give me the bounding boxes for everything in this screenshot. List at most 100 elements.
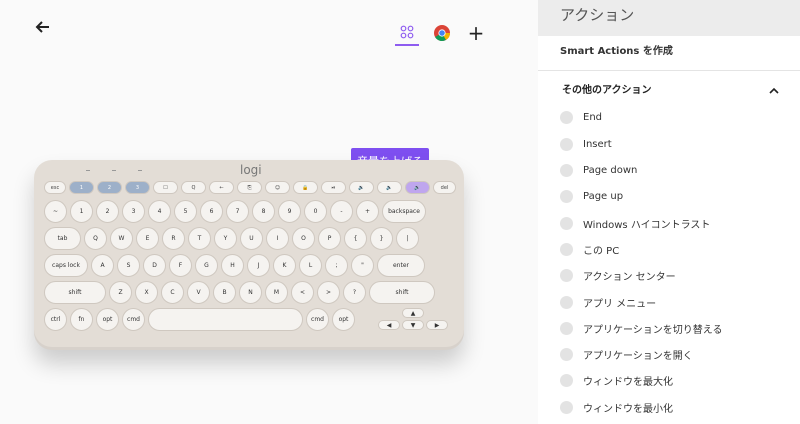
- key-opt-right[interactable]: opt: [332, 308, 355, 331]
- action-item[interactable]: ウィンドウを最小化: [560, 400, 673, 415]
- key[interactable]: 7: [226, 200, 249, 223]
- key[interactable]: Y: [214, 227, 237, 250]
- key[interactable]: |: [396, 227, 419, 250]
- apps-grid-icon[interactable]: [395, 20, 419, 46]
- key[interactable]: T: [188, 227, 211, 250]
- key[interactable]: 5: [174, 200, 197, 223]
- key-opt-left[interactable]: opt: [96, 308, 119, 331]
- key[interactable]: 2: [96, 200, 119, 223]
- key-space[interactable]: [148, 308, 303, 331]
- key[interactable]: 8: [252, 200, 275, 223]
- key-arrow-up[interactable]: ▲: [402, 308, 424, 318]
- key-enter[interactable]: enter: [377, 254, 425, 277]
- key-cmd-right[interactable]: cmd: [306, 308, 329, 331]
- radio-button[interactable]: [560, 322, 573, 335]
- key[interactable]: 4: [148, 200, 171, 223]
- key-f10[interactable]: ⏯: [321, 181, 346, 194]
- key[interactable]: B: [213, 281, 236, 304]
- action-item[interactable]: この PC: [560, 242, 619, 257]
- radio-button[interactable]: [560, 401, 573, 414]
- action-item[interactable]: Page down: [560, 164, 637, 177]
- key-f8[interactable]: ☺: [265, 181, 290, 194]
- action-item[interactable]: Page up: [560, 190, 623, 203]
- key-shift-left[interactable]: shift: [44, 281, 106, 304]
- key-arrow-left[interactable]: ◀: [378, 320, 400, 330]
- key[interactable]: -: [330, 200, 353, 223]
- action-item[interactable]: アプリ メニュー: [560, 295, 656, 310]
- key-f6[interactable]: ←: [209, 181, 234, 194]
- radio-button[interactable]: [560, 138, 573, 151]
- key[interactable]: G: [195, 254, 218, 277]
- action-item[interactable]: Windows ハイコントラスト: [560, 216, 710, 231]
- key-f7[interactable]: ⎘: [237, 181, 262, 194]
- action-item[interactable]: End: [560, 111, 602, 124]
- action-item[interactable]: Insert: [560, 138, 612, 151]
- key[interactable]: X: [135, 281, 158, 304]
- key[interactable]: S: [117, 254, 140, 277]
- key-f12[interactable]: 🔈: [377, 181, 402, 194]
- key[interactable]: A: [91, 254, 114, 277]
- key[interactable]: K: [273, 254, 296, 277]
- key-f4[interactable]: ☐: [153, 181, 178, 194]
- radio-button[interactable]: [560, 111, 573, 124]
- key[interactable]: U: [240, 227, 263, 250]
- key-f5[interactable]: Q: [181, 181, 206, 194]
- key-caps-lock[interactable]: caps lock: [44, 254, 88, 277]
- key[interactable]: V: [187, 281, 210, 304]
- key-easy-switch-2[interactable]: 2: [97, 181, 122, 194]
- action-item[interactable]: アプリケーションを開く: [560, 347, 693, 362]
- key[interactable]: <: [291, 281, 314, 304]
- key[interactable]: ?: [343, 281, 366, 304]
- key[interactable]: O: [292, 227, 315, 250]
- radio-button[interactable]: [560, 348, 573, 361]
- key[interactable]: 6: [200, 200, 223, 223]
- key-f11[interactable]: 🔉: [349, 181, 374, 194]
- key[interactable]: 9: [278, 200, 301, 223]
- key[interactable]: C: [161, 281, 184, 304]
- key[interactable]: ": [351, 254, 374, 277]
- key[interactable]: 3: [122, 200, 145, 223]
- key[interactable]: P: [318, 227, 341, 250]
- key[interactable]: +: [356, 200, 379, 223]
- radio-button[interactable]: [560, 164, 573, 177]
- key[interactable]: I: [266, 227, 289, 250]
- key-cmd-left[interactable]: cmd: [122, 308, 145, 331]
- radio-button[interactable]: [560, 296, 573, 309]
- action-item[interactable]: ウィンドウを最大化: [560, 373, 673, 388]
- key-del[interactable]: del: [433, 181, 456, 194]
- back-arrow-icon[interactable]: [34, 18, 52, 36]
- key-arrow-right[interactable]: ▶: [426, 320, 448, 330]
- key[interactable]: L: [299, 254, 322, 277]
- chevron-up-icon[interactable]: [768, 82, 780, 94]
- key-ctrl[interactable]: ctrl: [44, 308, 67, 331]
- key[interactable]: {: [344, 227, 367, 250]
- key-volume-up[interactable]: 🔊: [405, 181, 430, 194]
- add-app-plus-icon[interactable]: +: [465, 21, 487, 45]
- key[interactable]: >: [317, 281, 340, 304]
- radio-button[interactable]: [560, 217, 573, 230]
- key-f9[interactable]: 🔒: [293, 181, 318, 194]
- key-fn[interactable]: fn: [70, 308, 93, 331]
- action-item[interactable]: アプリケーションを切り替える: [560, 321, 723, 336]
- key[interactable]: Q: [84, 227, 107, 250]
- key-backspace[interactable]: backspace: [382, 200, 426, 223]
- key-esc[interactable]: esc: [44, 181, 66, 194]
- radio-button[interactable]: [560, 269, 573, 282]
- key[interactable]: D: [143, 254, 166, 277]
- key[interactable]: J: [247, 254, 270, 277]
- key[interactable]: F: [169, 254, 192, 277]
- key[interactable]: H: [221, 254, 244, 277]
- key[interactable]: R: [162, 227, 185, 250]
- key[interactable]: 1: [70, 200, 93, 223]
- key-tab[interactable]: tab: [44, 227, 81, 250]
- radio-button[interactable]: [560, 243, 573, 256]
- radio-button[interactable]: [560, 374, 573, 387]
- key[interactable]: E: [136, 227, 159, 250]
- action-item[interactable]: アクション センター: [560, 268, 676, 283]
- key[interactable]: W: [110, 227, 133, 250]
- radio-button[interactable]: [560, 190, 573, 203]
- key[interactable]: M: [265, 281, 288, 304]
- key[interactable]: 0: [304, 200, 327, 223]
- key[interactable]: ~: [44, 200, 67, 223]
- create-smart-actions-link[interactable]: Smart Actions を作成: [560, 42, 673, 57]
